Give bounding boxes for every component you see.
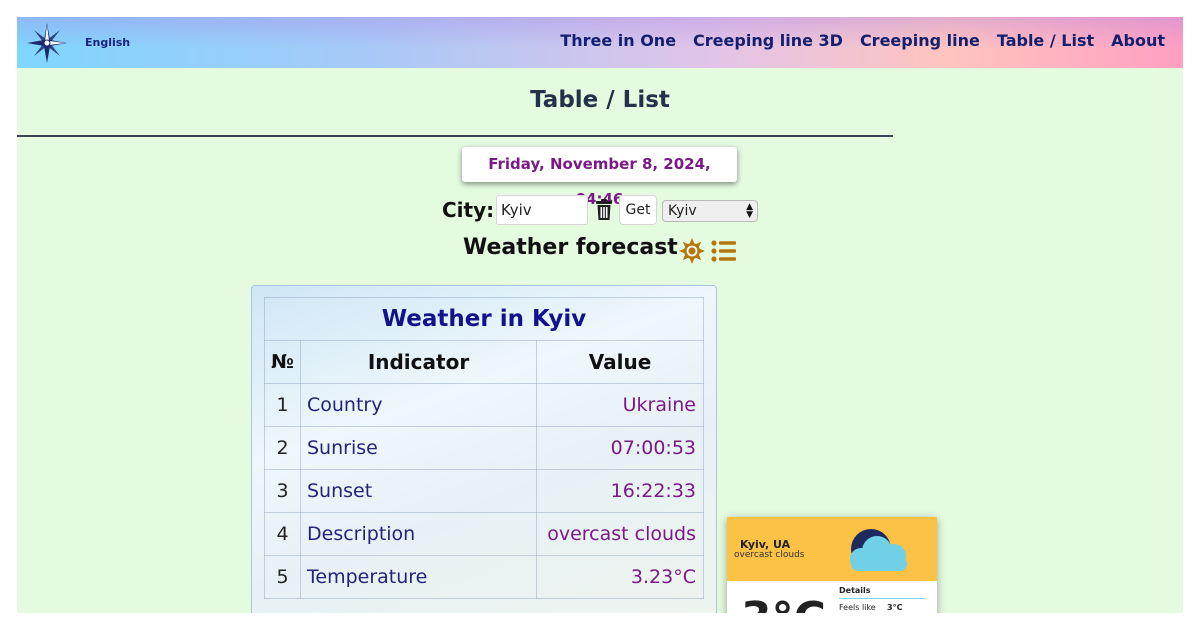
nav-table-list[interactable]: Table / List [997, 31, 1094, 50]
weather-table-card: Weather in Kyiv № Indicator Value 1 Coun… [251, 285, 717, 613]
widget-feels-like-value: 3°C [887, 603, 903, 612]
row-number: 5 [264, 555, 301, 599]
table-row: 1 Country Ukraine [264, 383, 704, 427]
cloud-icon [850, 529, 907, 571]
table-row: 3 Sunset 16:22:33 [264, 469, 704, 513]
city-label: City: [442, 198, 495, 222]
trash-icon[interactable] [595, 199, 613, 221]
list-icon[interactable] [711, 239, 737, 263]
nav-creeping-line-3d[interactable]: Creeping line 3D [693, 31, 843, 50]
page-title: Table / List [530, 87, 670, 113]
row-indicator: Country [300, 383, 537, 427]
table-row: 2 Sunrise 07:00:53 [264, 426, 704, 470]
get-weather-button[interactable]: Get [619, 195, 657, 225]
nav-creeping-line[interactable]: Creeping line [860, 31, 980, 50]
row-indicator: Sunset [300, 469, 537, 513]
widget-header: Kyiv, UA overcast clouds [727, 517, 937, 581]
row-number: 2 [264, 426, 301, 470]
weather-widget[interactable]: Kyiv, UA overcast clouds 3°C Details Fee… [727, 517, 937, 613]
forecast-title: Weather forecast [463, 235, 678, 260]
widget-feels-like-label: Feels like [839, 603, 876, 612]
row-value: 07:00:53 [536, 426, 704, 470]
row-number: 3 [264, 469, 301, 513]
app-frame: English Three in One Creeping line 3D Cr… [17, 17, 1183, 613]
compass-logo-icon[interactable] [25, 21, 69, 65]
main-nav: Three in One Creeping line 3D Creeping l… [560, 31, 1165, 50]
header-value: Value [536, 340, 704, 384]
row-indicator: Description [300, 512, 537, 556]
row-indicator: Sunrise [300, 426, 537, 470]
city-select[interactable]: Kyiv ▲ ▼ [662, 200, 758, 222]
widget-temperature: 3°C [741, 597, 826, 614]
widget-details-label: Details [839, 586, 871, 595]
header-indicator: Indicator [300, 340, 537, 384]
city-input[interactable] [496, 195, 588, 225]
row-indicator: Temperature [300, 555, 537, 599]
table-caption: Weather in Kyiv [264, 297, 704, 341]
header-number: № [264, 340, 301, 384]
row-value: 3.23°C [536, 555, 704, 599]
weather-table: Weather in Kyiv № Indicator Value 1 Coun… [264, 297, 704, 599]
table-row: 5 Temperature 3.23°C [264, 555, 704, 599]
nav-three-in-one[interactable]: Three in One [560, 31, 676, 50]
sun-gear-icon[interactable] [679, 238, 705, 264]
widget-details-divider [839, 598, 925, 599]
nav-about[interactable]: About [1111, 31, 1165, 50]
select-arrow-icon: ▲ ▼ [746, 202, 753, 220]
widget-description: overcast clouds [734, 550, 805, 560]
row-value: overcast clouds [536, 512, 704, 556]
row-value: Ukraine [536, 383, 704, 427]
title-divider [17, 135, 893, 137]
language-selector[interactable]: English [85, 36, 130, 49]
current-datetime: Friday, November 8, 2024, 04:46 [462, 147, 737, 208]
table-row: 4 Description overcast clouds [264, 512, 704, 556]
city-select-value: Kyiv [668, 203, 697, 219]
top-navigation-bar: English Three in One Creeping line 3D Cr… [17, 17, 1183, 68]
row-number: 1 [264, 383, 301, 427]
row-value: 16:22:33 [536, 469, 704, 513]
row-number: 4 [264, 512, 301, 556]
